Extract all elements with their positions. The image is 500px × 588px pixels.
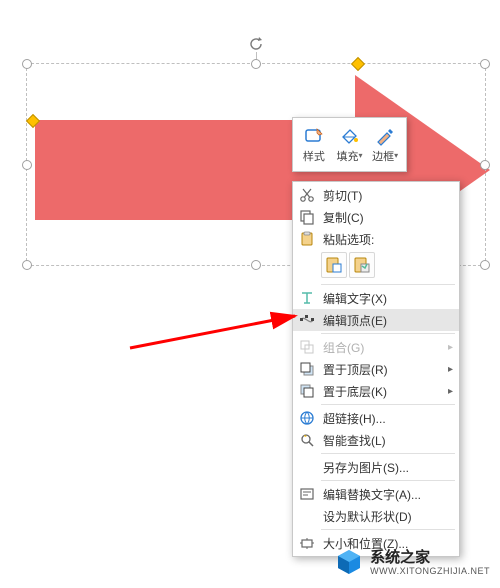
callout-arrow: [125, 310, 305, 350]
paste-icon: [297, 230, 317, 248]
submenu-arrow-icon: ▸: [448, 386, 453, 397]
copy-icon: [297, 208, 317, 226]
menu-separator: [321, 284, 455, 285]
handle-tl[interactable]: [22, 59, 32, 69]
context-menu: 剪切(T) 复制(C) 粘贴选项: 编辑文字(X) 编辑顶点(E) 组合(G) …: [292, 181, 460, 557]
menu-copy[interactable]: 复制(C): [293, 206, 459, 228]
smart-lookup-icon: [297, 431, 317, 449]
menu-separator: [321, 404, 455, 405]
watermark-url: WWW.XITONGZHIJIA.NET: [370, 567, 490, 577]
menu-separator: [321, 333, 455, 334]
rotate-handle[interactable]: [248, 36, 264, 52]
canvas: 样式 填充▾ 边框▾ 剪切(T) 复制(C) 粘贴选项:: [0, 0, 500, 588]
menu-set-default-shape[interactable]: 设为默认形状(D): [293, 505, 459, 527]
menu-group: 组合(G) ▸: [293, 336, 459, 358]
handle-tm[interactable]: [251, 59, 261, 69]
outline-button[interactable]: 边框▾: [367, 121, 403, 168]
adjust-handle-1[interactable]: [351, 57, 365, 71]
submenu-arrow-icon: ▸: [448, 342, 453, 353]
cut-icon: [297, 186, 317, 204]
handle-tr[interactable]: [480, 59, 490, 69]
watermark-logo-icon: [334, 547, 364, 580]
chevron-down-icon: ▾: [359, 151, 363, 160]
fill-button[interactable]: 填充▾: [332, 121, 368, 168]
menu-separator: [321, 529, 455, 530]
handle-bm[interactable]: [251, 260, 261, 270]
chevron-down-icon: ▾: [394, 151, 398, 160]
fill-label: 填充: [337, 151, 359, 163]
menu-save-as-picture[interactable]: 另存为图片(S)...: [293, 456, 459, 478]
alt-text-icon: [297, 485, 317, 503]
send-back-icon: [297, 382, 317, 400]
menu-cut[interactable]: 剪切(T): [293, 184, 459, 206]
menu-hyperlink[interactable]: 超链接(H)...: [293, 407, 459, 429]
menu-separator: [321, 480, 455, 481]
style-icon: [304, 126, 324, 146]
menu-edit-points[interactable]: 编辑顶点(E): [293, 309, 459, 331]
rotate-line: [256, 52, 257, 64]
group-icon: [297, 338, 317, 356]
paste-options: [293, 250, 459, 282]
menu-bring-front[interactable]: 置于顶层(R) ▸: [293, 358, 459, 380]
menu-send-back[interactable]: 置于底层(K) ▸: [293, 380, 459, 402]
style-label: 样式: [303, 148, 325, 164]
submenu-arrow-icon: ▸: [448, 364, 453, 375]
fill-icon: [340, 126, 360, 146]
edit-text-icon: [297, 289, 317, 307]
paste-opt-1[interactable]: [321, 252, 347, 278]
paste-opt-2[interactable]: [349, 252, 375, 278]
menu-smart-lookup[interactable]: 智能查找(L): [293, 429, 459, 451]
bring-front-icon: [297, 360, 317, 378]
menu-edit-text[interactable]: 编辑文字(X): [293, 287, 459, 309]
outline-label: 边框: [372, 151, 394, 163]
style-button[interactable]: 样式: [296, 121, 332, 168]
menu-separator: [321, 453, 455, 454]
handle-ml[interactable]: [22, 160, 32, 170]
watermark: 系统之家 WWW.XITONGZHIJIA.NET: [334, 547, 490, 580]
outline-icon: [375, 126, 395, 146]
mini-toolbar: 样式 填充▾ 边框▾: [292, 117, 407, 172]
size-position-icon: [297, 534, 317, 552]
handle-bl[interactable]: [22, 260, 32, 270]
menu-edit-alt-text[interactable]: 编辑替换文字(A)...: [293, 483, 459, 505]
edit-points-icon: [297, 311, 317, 329]
watermark-title: 系统之家: [370, 550, 490, 567]
hyperlink-icon: [297, 409, 317, 427]
menu-paste-section: 粘贴选项:: [293, 228, 459, 250]
